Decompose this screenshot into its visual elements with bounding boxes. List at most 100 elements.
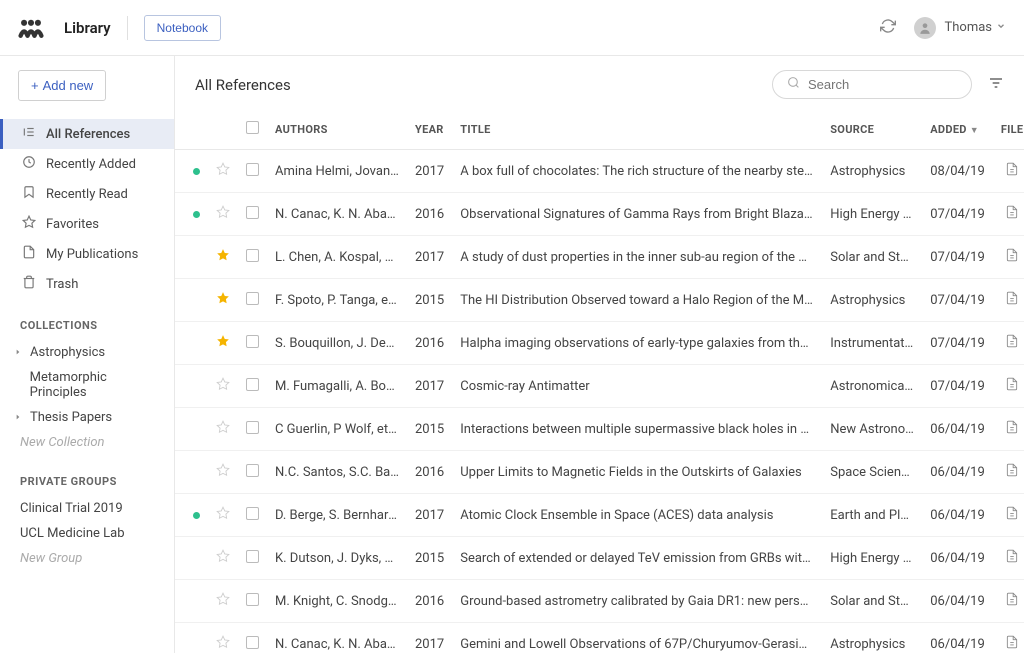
favorite-star-icon[interactable]: [216, 509, 230, 524]
trash-icon: [22, 275, 36, 293]
group-item[interactable]: Clinical Trial 2019: [0, 496, 174, 521]
nav-item-recently-read[interactable]: Recently Read: [0, 179, 174, 209]
row-checkbox[interactable]: [246, 206, 259, 219]
cell-year: 2016: [407, 322, 452, 365]
file-icon[interactable]: [1005, 337, 1019, 352]
file-icon[interactable]: [1005, 380, 1019, 395]
file-icon[interactable]: [1005, 595, 1019, 610]
cell-source: Solar and Stellar: [822, 236, 922, 279]
row-checkbox[interactable]: [246, 292, 259, 305]
favorite-star-icon[interactable]: [216, 466, 230, 481]
col-authors[interactable]: AUTHORS: [267, 109, 407, 150]
file-icon[interactable]: [1005, 294, 1019, 309]
favorite-star-icon[interactable]: [216, 294, 230, 309]
row-checkbox[interactable]: [246, 593, 259, 606]
col-file[interactable]: FILE: [993, 109, 1024, 150]
row-checkbox[interactable]: [246, 636, 259, 649]
col-title[interactable]: TITLE: [452, 109, 822, 150]
file-icon[interactable]: [1005, 552, 1019, 567]
cell-source: Solar and Stellar: [822, 580, 922, 623]
cell-added: 07/04/19: [922, 279, 993, 322]
sync-icon[interactable]: [880, 18, 896, 38]
favorite-star-icon[interactable]: [216, 423, 230, 438]
nav-label: Favorites: [46, 217, 99, 232]
row-checkbox[interactable]: [246, 163, 259, 176]
new-collection-placeholder[interactable]: New Collection: [0, 430, 174, 455]
collection-item[interactable]: Thesis Papers: [0, 405, 174, 430]
chevron-down-icon[interactable]: [996, 20, 1006, 35]
cell-added: 07/04/19: [922, 236, 993, 279]
search-icon: [787, 76, 800, 93]
nav-item-trash[interactable]: Trash: [0, 269, 174, 299]
filter-icon[interactable]: [988, 75, 1004, 95]
cell-title: Gemini and Lowell Observations of 67P/Ch…: [452, 623, 822, 653]
table-row[interactable]: D. Berge, S. Bernhard, et al.2017Atomic …: [175, 494, 1024, 537]
row-checkbox[interactable]: [246, 378, 259, 391]
table-row[interactable]: N.C. Santos, S.C. Barros,2016Upper Limit…: [175, 451, 1024, 494]
file-icon[interactable]: [1005, 638, 1019, 653]
col-source[interactable]: SOURCE: [822, 109, 922, 150]
table-row[interactable]: L. Chen, A. Kospal, et al.2017A study of…: [175, 236, 1024, 279]
cell-year: 2016: [407, 451, 452, 494]
add-new-button[interactable]: + Add new: [18, 70, 106, 101]
table-row[interactable]: K. Dutson, J. Dyks, et al.2015Search of …: [175, 537, 1024, 580]
file-icon[interactable]: [1005, 165, 1019, 180]
new-group-placeholder[interactable]: New Group: [0, 546, 174, 571]
table-row[interactable]: M. Knight, C. Snodgrass2016Ground-based …: [175, 580, 1024, 623]
row-checkbox[interactable]: [246, 464, 259, 477]
table-row[interactable]: C Guerlin, P Wolf, et al.2015Interaction…: [175, 408, 1024, 451]
file-icon[interactable]: [1005, 509, 1019, 524]
doc-icon: [22, 245, 36, 263]
file-icon[interactable]: [1005, 423, 1019, 438]
group-item[interactable]: UCL Medicine Lab: [0, 521, 174, 546]
nav-item-my-publications[interactable]: My Publications: [0, 239, 174, 269]
user-name[interactable]: Thomas: [944, 20, 992, 35]
file-icon[interactable]: [1005, 251, 1019, 266]
favorite-star-icon[interactable]: [216, 552, 230, 567]
favorite-star-icon[interactable]: [216, 595, 230, 610]
col-added[interactable]: ADDED▼: [922, 109, 993, 150]
select-all-checkbox[interactable]: [246, 121, 259, 134]
row-checkbox[interactable]: [246, 550, 259, 563]
row-checkbox[interactable]: [246, 421, 259, 434]
favorite-star-icon[interactable]: [216, 638, 230, 653]
nav-item-recently-added[interactable]: Recently Added: [0, 149, 174, 179]
file-icon[interactable]: [1005, 466, 1019, 481]
cell-title: Atomic Clock Ensemble in Space (ACES) da…: [452, 494, 822, 537]
row-checkbox[interactable]: [246, 249, 259, 262]
table-row[interactable]: F. Spoto, P. Tanga, et al.2015The HI Dis…: [175, 279, 1024, 322]
collection-item[interactable]: Metamorphic Principles: [0, 365, 174, 405]
collection-item[interactable]: Astrophysics: [0, 340, 174, 365]
cell-year: 2017: [407, 494, 452, 537]
cell-source: Astrophysics: [822, 279, 922, 322]
search-box[interactable]: [772, 70, 972, 99]
favorite-star-icon[interactable]: [216, 251, 230, 266]
nav-label: All References: [46, 127, 130, 142]
notebook-button[interactable]: Notebook: [144, 15, 221, 41]
cell-added: 07/04/19: [922, 365, 993, 408]
star-icon: [22, 215, 36, 233]
avatar[interactable]: [914, 17, 936, 39]
favorite-star-icon[interactable]: [216, 208, 230, 223]
search-input[interactable]: [808, 77, 957, 92]
nav-item-favorites[interactable]: Favorites: [0, 209, 174, 239]
favorite-star-icon[interactable]: [216, 380, 230, 395]
cell-title: Observational Signatures of Gamma Rays f…: [452, 193, 822, 236]
table-row[interactable]: M. Fumagalli, A. Boselli et al.2017Cosmi…: [175, 365, 1024, 408]
favorite-star-icon[interactable]: [216, 165, 230, 180]
cell-title: Search of extended or delayed TeV emissi…: [452, 537, 822, 580]
table-row[interactable]: N. Canac, K. N. Abazajian2016Observation…: [175, 193, 1024, 236]
file-icon[interactable]: [1005, 208, 1019, 223]
row-checkbox[interactable]: [246, 335, 259, 348]
row-checkbox[interactable]: [246, 507, 259, 520]
cell-added: 06/04/19: [922, 623, 993, 653]
table-row[interactable]: N. Canac, K. N. Abazajian2017Gemini and …: [175, 623, 1024, 653]
cell-added: 06/04/19: [922, 537, 993, 580]
favorite-star-icon[interactable]: [216, 337, 230, 352]
table-row[interactable]: S. Bouquillon, J. Desmars,2016Halpha ima…: [175, 322, 1024, 365]
nav-item-all-references[interactable]: All References: [0, 119, 174, 149]
col-year[interactable]: YEAR: [407, 109, 452, 150]
table-row[interactable]: Amina Helmi, Jovan Veljan2017A box full …: [175, 150, 1024, 193]
cell-added: 06/04/19: [922, 408, 993, 451]
cell-authors: K. Dutson, J. Dyks, et al.: [267, 537, 407, 580]
